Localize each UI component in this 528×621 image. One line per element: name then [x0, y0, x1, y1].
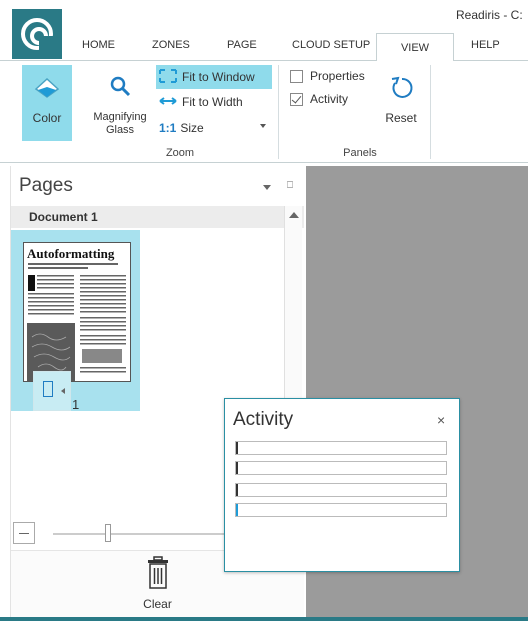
pages-title: Pages [19, 175, 73, 196]
magnifying-glass-label: Magnifying Glass [93, 111, 147, 136]
chevron-down-icon [260, 124, 266, 128]
zoom-slider-track[interactable] [53, 533, 253, 535]
close-icon[interactable]: × [437, 412, 445, 428]
zoom-slider-thumb[interactable] [105, 524, 111, 542]
tab-page[interactable]: PAGE [227, 39, 257, 51]
chevron-down-icon[interactable] [263, 185, 271, 190]
tab-cloud-setup[interactable]: CLOUD SETUP [292, 39, 370, 51]
reset-label: Reset [385, 111, 417, 125]
activity-checkbox-box[interactable] [290, 92, 303, 106]
page-selector[interactable] [33, 371, 71, 411]
color-button[interactable]: Color [22, 65, 72, 141]
trash-icon [148, 556, 168, 589]
window-bottom-border [0, 617, 528, 621]
activity-checkbox[interactable]: Activity [290, 90, 348, 108]
group-divider [278, 65, 279, 159]
activity-progress-bar [235, 461, 447, 475]
document-header[interactable]: Document 1 [11, 206, 304, 228]
activity-progress-bar [235, 483, 447, 497]
magnifier-icon [110, 76, 131, 97]
size-label: Size [180, 121, 204, 135]
fit-width-icon [159, 96, 179, 109]
fit-to-width-button[interactable]: Fit to Width [156, 91, 272, 113]
progress-fill [236, 484, 238, 496]
activity-progress-bar [235, 441, 447, 455]
progress-fill [236, 442, 238, 454]
properties-checkbox-box[interactable] [290, 69, 303, 83]
progress-fill [236, 462, 238, 474]
chevron-left-icon[interactable] [61, 388, 65, 394]
progress-fill [236, 504, 238, 516]
panels-group-label: Panels [343, 147, 377, 159]
fit-to-window-label: Fit to Window [182, 70, 255, 84]
activity-progress-bar [235, 503, 447, 517]
fit-to-width-label: Fit to Width [182, 95, 243, 109]
ribbon: Color Magnifying Glass Fit to Window Fit… [0, 60, 528, 163]
thumbnail-content [27, 263, 126, 381]
page-thumbnail[interactable]: Autoformatting [23, 242, 131, 382]
color-icon [34, 77, 60, 98]
page-number: 1 [72, 397, 80, 412]
zoom-out-button[interactable] [13, 522, 35, 544]
zoom-group-label: Zoom [165, 147, 195, 159]
activity-dialog: Activity × [224, 398, 460, 572]
color-button-label: Color [32, 111, 62, 125]
pin-icon[interactable]: ⎕ [287, 180, 293, 191]
reset-icon [391, 76, 413, 98]
properties-checkbox[interactable]: Properties [290, 67, 365, 85]
group-divider [430, 65, 431, 159]
size-ratio: 1:1 [159, 121, 177, 135]
activity-label: Activity [310, 92, 349, 106]
document-name: Document 1 [29, 210, 98, 224]
tab-help[interactable]: HELP [471, 39, 500, 51]
tab-zones[interactable]: ZONES [152, 39, 190, 51]
clear-label: Clear [143, 597, 172, 611]
magnifying-glass-button[interactable]: Magnifying Glass [84, 65, 156, 141]
scroll-up-icon[interactable] [289, 212, 299, 218]
fit-to-window-button[interactable]: Fit to Window [156, 65, 272, 89]
page-icon [43, 381, 53, 397]
fit-window-icon [159, 68, 179, 86]
tab-home[interactable]: HOME [82, 39, 115, 51]
tab-view[interactable]: VIEW [376, 33, 454, 61]
properties-label: Properties [310, 69, 365, 83]
window-title: Readiris - C: [456, 8, 523, 22]
size-dropdown[interactable]: 1:1 Size [156, 117, 272, 139]
app-logo-icon[interactable] [12, 9, 62, 59]
activity-title: Activity [233, 409, 294, 430]
reset-button[interactable]: Reset [380, 69, 422, 139]
